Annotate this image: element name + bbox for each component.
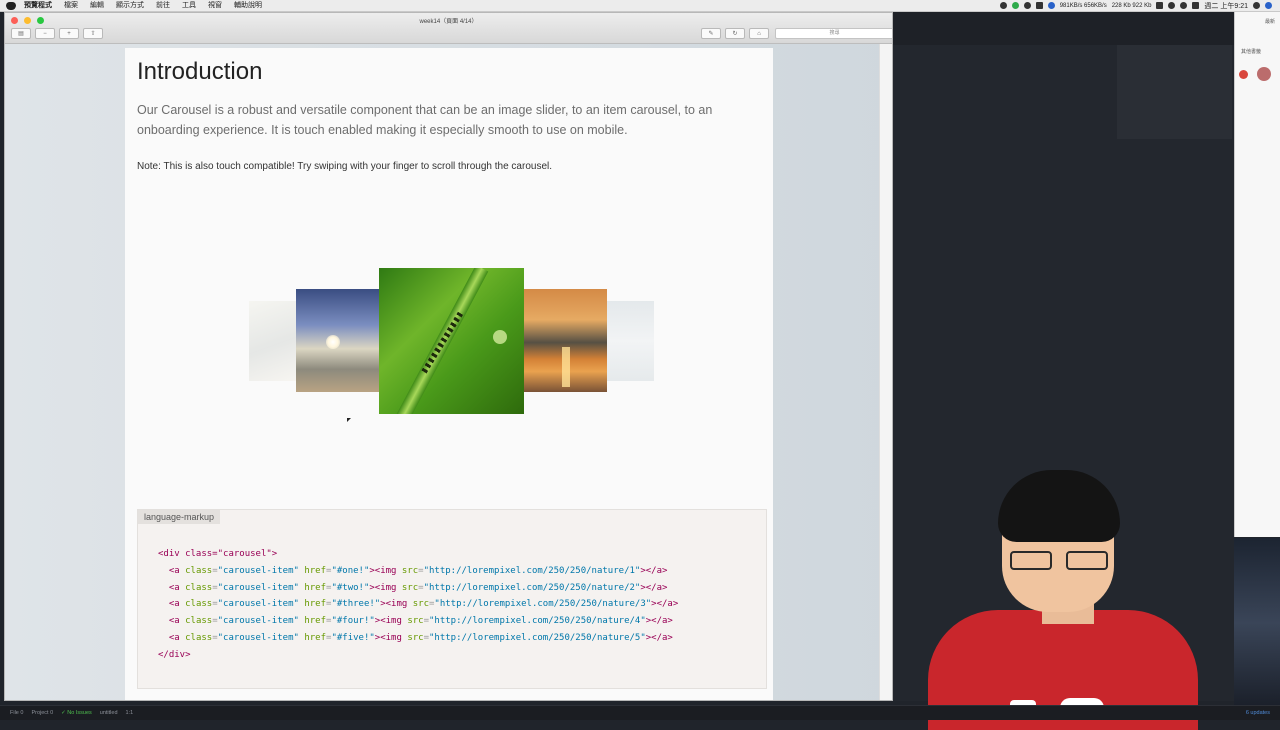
code-language-tag: language-markup [138,510,221,524]
menu-item-go[interactable]: 前往 [156,0,170,11]
insect [420,311,464,375]
line-icon[interactable] [1011,2,1019,9]
menu-bar: 預覽程式 檔案 編輯 顯示方式 前往 工具 視窗 輔助說明 981KB/s 65… [0,0,1280,12]
zoom-out-icon[interactable]: − [35,28,55,39]
sidebar-toggle-icon[interactable]: ▤ [11,28,31,39]
bluetooth-icon[interactable] [1047,2,1055,9]
code-line-1: <a class="carousel-item" href="#one!"><i… [168,565,668,576]
menu-item-tools[interactable]: 工具 [182,0,196,11]
page-heading: Introduction [137,58,263,85]
code-close-tag: </div> [158,649,191,660]
editor-tabbar [893,12,1234,45]
menu-item-help[interactable]: 輔助說明 [234,0,262,11]
status-area: 981KB/s 656KB/s 228 Kb 922 Kb 週二 上午9:21 [999,0,1280,11]
editor-status-bar: File 0 Project 0 ✓ No Issues untitled 1:… [0,705,1280,720]
mouse-cursor [347,418,351,422]
rotate-icon[interactable]: ↻ [725,28,745,39]
editor-minimap [1117,45,1232,139]
status-issues[interactable]: ✓ No Issues [61,710,92,716]
sliver-tab-label[interactable]: 最新 [1265,18,1275,25]
siri-icon[interactable] [1265,2,1272,9]
browser-sliver: 最新 其他書籤 [1234,12,1280,537]
wifi-icon[interactable] [1168,2,1176,9]
code-line-5: <a class="carousel-item" href="#five!"><… [168,632,673,643]
menu-item-window[interactable]: 視窗 [208,0,222,11]
intro-paragraph: Our Carousel is a robust and versatile c… [137,103,713,137]
markup-pen-icon[interactable]: ✎ [701,28,721,39]
status-updates[interactable]: 6 updates [1246,710,1270,716]
carousel-item-1[interactable] [249,301,296,381]
bookmarks-label[interactable]: 其他書籤 [1241,48,1261,55]
bokeh-light [493,330,507,344]
window-title: week14（頁面 4/14） [419,19,478,25]
status-file[interactable]: File 0 [10,710,23,716]
dropbox-icon[interactable] [1035,2,1043,9]
share-icon[interactable]: ⇧ [83,28,103,39]
alert-icon[interactable] [1239,70,1248,79]
document-viewport[interactable]: Introduction Our Carousel is a robust an… [5,44,892,700]
code-open-tag: <div class="carousel"> [158,549,278,559]
status-project[interactable]: Project 0 [31,710,53,716]
code-line-4: <a class="carousel-item" href="#four!"><… [168,616,673,627]
toolbox-icon[interactable]: ⌂ [749,28,769,39]
carousel-item-4[interactable] [524,289,607,392]
menu-item-file[interactable]: 檔案 [64,0,78,11]
menubar-clock[interactable]: 週二 上午9:21 [1204,1,1248,11]
record-icon[interactable] [999,2,1007,9]
presenter-glasses [1010,551,1108,571]
toolbar-left: ▤ − + ⇧ [11,28,103,39]
sunset-reflection [562,347,570,387]
evernote-icon[interactable] [1023,2,1031,9]
carousel-item-2[interactable] [296,289,379,392]
menu-item-app[interactable]: 預覽程式 [24,0,52,11]
touch-note: Note: This is also touch compatible! Try… [137,161,553,172]
title-bar: week14（頁面 4/14） ▤ − + ⇧ ✎ ↻ ⌂ 搜尋 [5,13,892,44]
zoom-in-icon[interactable]: + [59,28,79,39]
battery-icon[interactable] [1192,2,1200,9]
menu-item-view[interactable]: 顯示方式 [116,0,144,11]
pdf-page: Introduction Our Carousel is a robust an… [125,48,773,700]
carousel[interactable] [125,268,773,428]
sun-glow [326,335,340,349]
keyboard-icon[interactable] [1156,2,1164,9]
apple-icon[interactable] [6,1,16,10]
memory-usage: 228 Kb 922 Kb [1111,2,1152,9]
webcam-overlay [928,462,1200,730]
carousel-item-5[interactable] [607,301,654,381]
code-line-3: <a class="carousel-item" href="#three!">… [168,599,679,610]
presenter-hair [998,470,1120,542]
spotlight-icon[interactable] [1253,2,1260,9]
network-speed: 981KB/s 656KB/s [1059,2,1107,9]
menu-item-edit[interactable]: 編輯 [90,0,104,11]
avatar[interactable] [1257,67,1271,81]
scrollbar[interactable] [879,44,892,700]
status-untitled: untitled [99,710,118,716]
wallpaper-strip [1234,538,1280,708]
code-line-2: <a class="carousel-item" href="#two!"><i… [168,582,668,593]
preview-window: week14（頁面 4/14） ▤ − + ⇧ ✎ ↻ ⌂ 搜尋 Introdu… [4,12,893,701]
code-block: language-markup <div class="carousel"> <… [137,509,767,689]
code-listing: <div class="carousel"> <a class="carouse… [158,546,678,664]
volume-icon[interactable] [1180,2,1188,9]
toolbar-right: ✎ ↻ ⌂ [701,28,769,39]
status-cursor-position[interactable]: 1:1 [126,710,134,716]
search-input[interactable]: 搜尋 [775,28,892,39]
carousel-item-3-active[interactable] [379,268,524,414]
